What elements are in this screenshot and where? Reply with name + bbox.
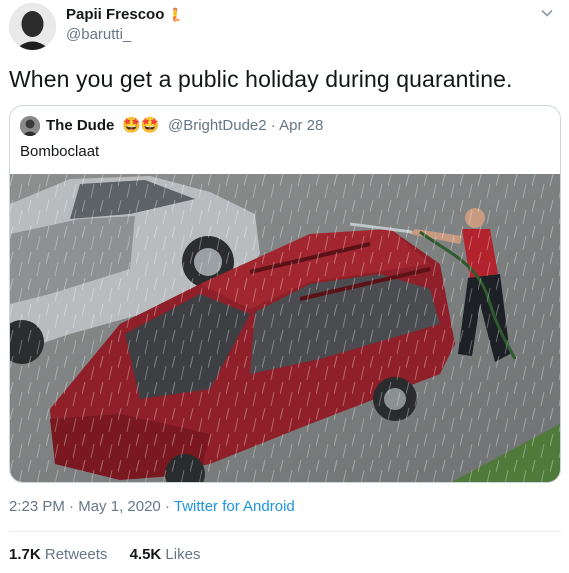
divider — [9, 531, 561, 532]
tweet-date[interactable]: May 1, 2020 — [78, 498, 161, 515]
tweet-text: When you get a public holiday during qua… — [9, 66, 513, 92]
author-avatar[interactable] — [9, 3, 56, 50]
quoted-handle: @BrightDude2 — [168, 117, 267, 134]
chevron-down-icon[interactable] — [540, 6, 554, 20]
retweets-label: Retweets — [44, 546, 108, 563]
retweets-stat[interactable]: 1.7K Retweets — [9, 546, 107, 563]
likes-count: 4.5K — [129, 546, 162, 563]
quoted-avatar — [20, 116, 40, 136]
quoted-tweet[interactable]: The Dude 🤩🤩 @BrightDude2 · Apr 28 Bomboc… — [9, 105, 561, 483]
tweet-card: Papii Frescoo 🧜 @barutti_ When you get a … — [0, 0, 569, 573]
engagement-stats: 1.7K Retweets 4.5K Likes — [9, 546, 218, 563]
quoted-author-name: The Dude — [46, 117, 115, 134]
likes-stat[interactable]: 4.5K Likes — [130, 546, 201, 563]
source-link[interactable]: Twitter for Android — [174, 498, 295, 515]
likes-label: Likes — [165, 546, 201, 563]
meta-separator: · — [69, 498, 75, 515]
meta-separator-2: · — [164, 498, 170, 515]
quoted-meta: @BrightDude2 · Apr 28 — [168, 117, 323, 134]
author-name-text: Papii Frescoo — [66, 6, 165, 23]
tweet-timestamp: 2:23 PM · May 1, 2020 · Twitter for Andr… — [9, 498, 295, 515]
quoted-date: Apr 28 — [279, 117, 324, 134]
author-handle[interactable]: @barutti_ — [66, 26, 131, 43]
quoted-author-emojis: 🤩🤩 — [122, 117, 160, 134]
quoted-text: Bomboclaat — [20, 143, 100, 160]
author-name[interactable]: Papii Frescoo 🧜 — [66, 6, 184, 23]
tweet-time[interactable]: 2:23 PM — [9, 498, 65, 515]
quoted-separator: · — [270, 117, 276, 134]
quoted-photo[interactable] — [10, 174, 560, 482]
author-emoji: 🧜 — [167, 7, 184, 22]
retweets-count: 1.7K — [9, 546, 41, 563]
